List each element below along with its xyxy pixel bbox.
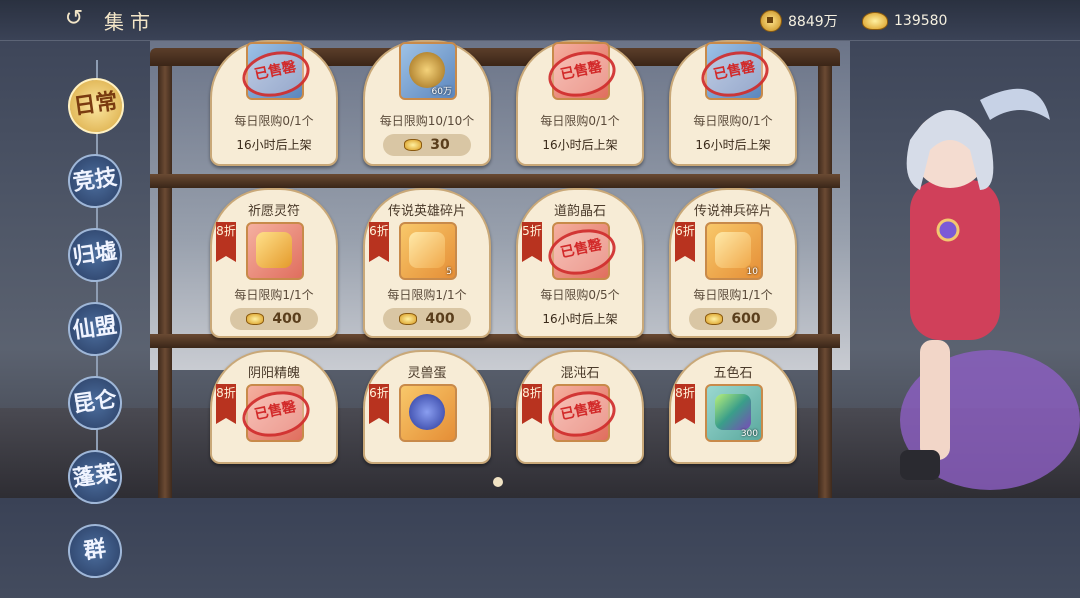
- price-value: 600: [731, 311, 761, 327]
- top-bar: ↺ 集市 8849万 139580: [0, 0, 1080, 41]
- nav-item-daily[interactable]: 日常: [64, 74, 128, 138]
- shop-item-card[interactable]: 已售罄 每日限购0/1个 16小时后上架: [210, 40, 338, 166]
- shop-item-card[interactable]: 60万 每日限购10/10个 30: [363, 40, 491, 166]
- item-image: [399, 384, 457, 442]
- shop-item-card[interactable]: 道韵晶石 5折 已售罄 每日限购0/5个 16小时后上架: [516, 188, 644, 338]
- nav-item-kunlun[interactable]: 昆仑: [64, 372, 126, 434]
- item-name: 传说神兵碎片: [693, 204, 772, 219]
- market-shelf: 已售罄 每日限购0/1个 16小时后上架 60万 每日限购10/10个 30 已…: [150, 40, 840, 498]
- item-quantity: 10: [746, 267, 758, 277]
- discount-tag: 8折: [522, 384, 542, 424]
- item-quantity: 5: [446, 267, 452, 277]
- puzzle-piece-icon: [715, 232, 751, 268]
- item-name: 混沌石: [560, 366, 600, 381]
- purchase-limit: 每日限购1/1个: [693, 288, 773, 302]
- shelf-post: [158, 66, 172, 498]
- purchase-limit: 每日限购1/1个: [234, 288, 314, 302]
- nav-item-arena[interactable]: 竞技: [64, 150, 126, 212]
- character-ribbon: [980, 88, 1050, 120]
- discount-tag: 6折: [369, 222, 389, 262]
- gold-ingot-icon: [246, 313, 265, 325]
- shop-item-card[interactable]: 传说神兵碎片 6折 10 每日限购1/1个 600: [669, 188, 797, 338]
- puzzle-piece-icon: [409, 232, 445, 268]
- shop-item-card[interactable]: 已售罄 每日限购0/1个 16小时后上架: [516, 40, 644, 166]
- purchase-limit: 每日限购0/1个: [540, 114, 620, 128]
- shelf-board: [150, 174, 840, 188]
- shop-item-card[interactable]: 灵兽蛋 6折: [363, 350, 491, 464]
- category-nav: 日常 竞技 归墟 仙盟 昆仑 蓬莱 群: [64, 74, 128, 598]
- purchase-limit: 每日限购1/1个: [387, 288, 467, 302]
- copper-coin-icon: [760, 10, 782, 32]
- gold-ingot-icon: [404, 139, 423, 151]
- gold-ingot-icon: [399, 313, 418, 325]
- item-image: 300: [705, 384, 763, 442]
- nav-item-penglai[interactable]: 蓬莱: [64, 446, 126, 508]
- item-name: 传说英雄碎片: [387, 204, 466, 219]
- shelf-scroll-indicator[interactable]: [150, 474, 840, 490]
- page-title: 集市: [104, 10, 156, 34]
- price-value: 400: [272, 311, 302, 327]
- beast-egg-icon: [409, 394, 445, 430]
- restock-timer: 16小时后上架: [695, 138, 771, 152]
- shop-item-card[interactable]: 传说英雄碎片 6折 5 每日限购1/1个 400: [363, 188, 491, 338]
- item-image: 5: [399, 222, 457, 280]
- price-button[interactable]: 400: [230, 308, 318, 330]
- item-image: [246, 222, 304, 280]
- discount-tag: 6折: [369, 384, 389, 424]
- coin-amount: 8849万: [788, 14, 838, 30]
- character-gem: [936, 218, 960, 242]
- shop-item-card[interactable]: 已售罄 每日限购0/1个 16小时后上架: [669, 40, 797, 166]
- purchase-limit: 每日限购0/1个: [234, 114, 314, 128]
- copper-coin-icon: [409, 52, 445, 88]
- shelf-post: [818, 66, 832, 498]
- scroll-knob[interactable]: [493, 477, 503, 487]
- shop-item-card[interactable]: 混沌石 8折 已售罄: [516, 350, 644, 464]
- shop-item-card[interactable]: 祈愿灵符 8折 每日限购1/1个 400: [210, 188, 338, 338]
- purchase-limit: 每日限购10/10个: [379, 114, 475, 128]
- price-button[interactable]: 600: [689, 308, 777, 330]
- character-leg: [920, 340, 950, 460]
- gold-ingot-icon: [705, 313, 724, 325]
- restock-timer: 16小时后上架: [236, 138, 312, 152]
- discount-tag: 5折: [522, 222, 542, 262]
- item-quantity: 60万: [431, 87, 452, 97]
- character-dress: [910, 180, 1000, 340]
- shop-item-card[interactable]: 五色石 8折 300: [669, 350, 797, 464]
- item-name: 祈愿灵符: [247, 204, 300, 219]
- discount-tag: 8折: [216, 384, 236, 424]
- restock-timer: 16小时后上架: [542, 312, 618, 326]
- item-image: 10: [705, 222, 763, 280]
- item-name: 五色石: [713, 366, 753, 381]
- item-image: 60万: [399, 42, 457, 100]
- nav-item-group[interactable]: 群: [64, 520, 126, 582]
- purchase-limit: 每日限购0/5个: [540, 288, 620, 302]
- item-quantity: 300: [740, 429, 758, 439]
- item-name: 道韵晶石: [553, 204, 606, 219]
- talisman-icon: [256, 232, 292, 268]
- restock-timer: 16小时后上架: [542, 138, 618, 152]
- purchase-limit: 每日限购0/1个: [693, 114, 773, 128]
- shopkeeper-character: [900, 88, 1080, 490]
- back-arrow-icon[interactable]: ↺: [56, 6, 92, 32]
- item-name: 阴阳精魄: [247, 366, 300, 381]
- price-button[interactable]: 30: [383, 134, 471, 156]
- character-boot: [900, 450, 940, 480]
- ingot-amount: 139580: [894, 13, 948, 29]
- discount-tag: 8折: [216, 222, 236, 262]
- item-name: 灵兽蛋: [407, 366, 447, 381]
- gold-ingot-icon: [862, 12, 888, 30]
- price-value: 30: [430, 137, 450, 153]
- discount-tag: 8折: [675, 384, 695, 424]
- ingot-counter: 139580: [862, 10, 947, 32]
- discount-tag: 6折: [675, 222, 695, 262]
- coin-counter: 8849万: [760, 10, 838, 32]
- five-color-stone-icon: [715, 394, 751, 430]
- shop-item-card[interactable]: 阴阳精魄 8折 已售罄: [210, 350, 338, 464]
- price-button[interactable]: 400: [383, 308, 471, 330]
- price-value: 400: [425, 311, 455, 327]
- nav-item-guixu[interactable]: 归墟: [64, 224, 126, 286]
- nav-item-guild[interactable]: 仙盟: [64, 298, 126, 360]
